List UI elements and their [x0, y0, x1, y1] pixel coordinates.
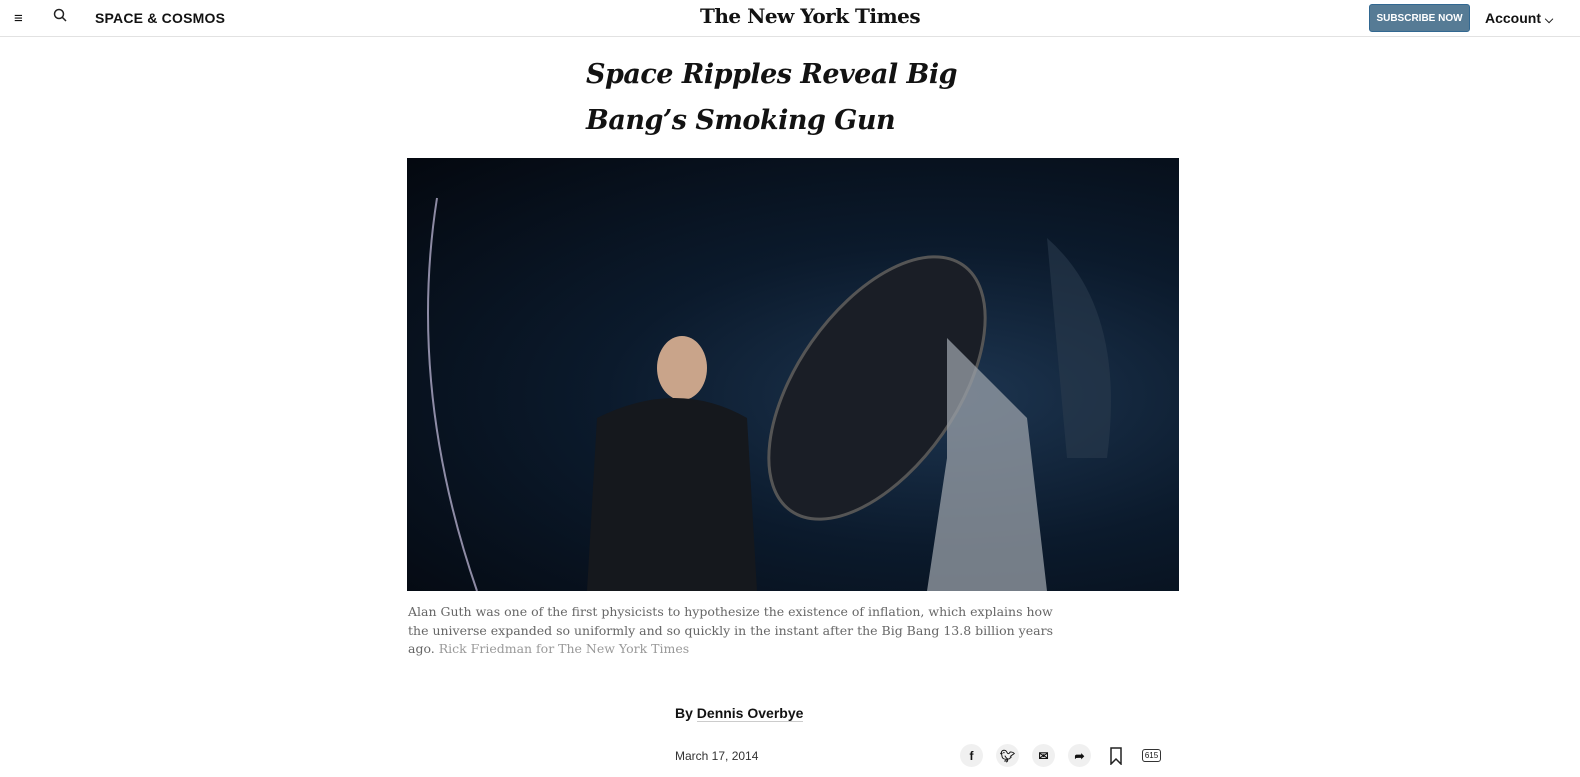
comment-count: 615 [1141, 749, 1162, 762]
photo-credit: Rick Friedman for The New York Times [438, 641, 690, 656]
section-link[interactable]: SPACE & COSMOS [95, 10, 225, 26]
bookmark-icon[interactable] [1104, 744, 1127, 767]
article-photo [407, 158, 1179, 591]
hamburger-menu-icon[interactable]: ≡ [14, 10, 23, 27]
more-share-icon[interactable]: ➦ [1068, 744, 1091, 767]
byline: By Dennis Overbye [675, 705, 804, 722]
search-icon[interactable] [53, 8, 67, 22]
twitter-share-icon[interactable]: 🐦︎ [996, 744, 1019, 767]
facebook-share-icon[interactable]: f [960, 744, 983, 767]
nyt-logo[interactable]: The New York Times [700, 4, 921, 28]
share-tools: f 🐦︎ ✉ ➦ 615 [960, 744, 1163, 767]
telescope-scene [427, 197, 1111, 591]
account-label: Account [1485, 10, 1541, 26]
chevron-down-icon: ⌵ [1544, 14, 1554, 26]
byline-prefix: By [675, 705, 693, 721]
subscribe-button[interactable]: SUBSCRIBE NOW [1369, 4, 1470, 32]
publish-date: March 17, 2014 [675, 749, 759, 763]
comments-button[interactable]: 615 [1140, 744, 1163, 767]
article-title: Space Ripples Reveal Big Bang’s Smoking … [586, 59, 957, 136]
account-menu[interactable]: Account ⌵ [1485, 10, 1553, 27]
photo-caption: Alan Guth was one of the first physicist… [408, 603, 1068, 659]
top-bar: ≡ SPACE & COSMOS The New York Times SUBS… [0, 0, 1580, 37]
email-share-icon[interactable]: ✉ [1032, 744, 1055, 767]
author-link[interactable]: Dennis Overbye [696, 705, 804, 722]
